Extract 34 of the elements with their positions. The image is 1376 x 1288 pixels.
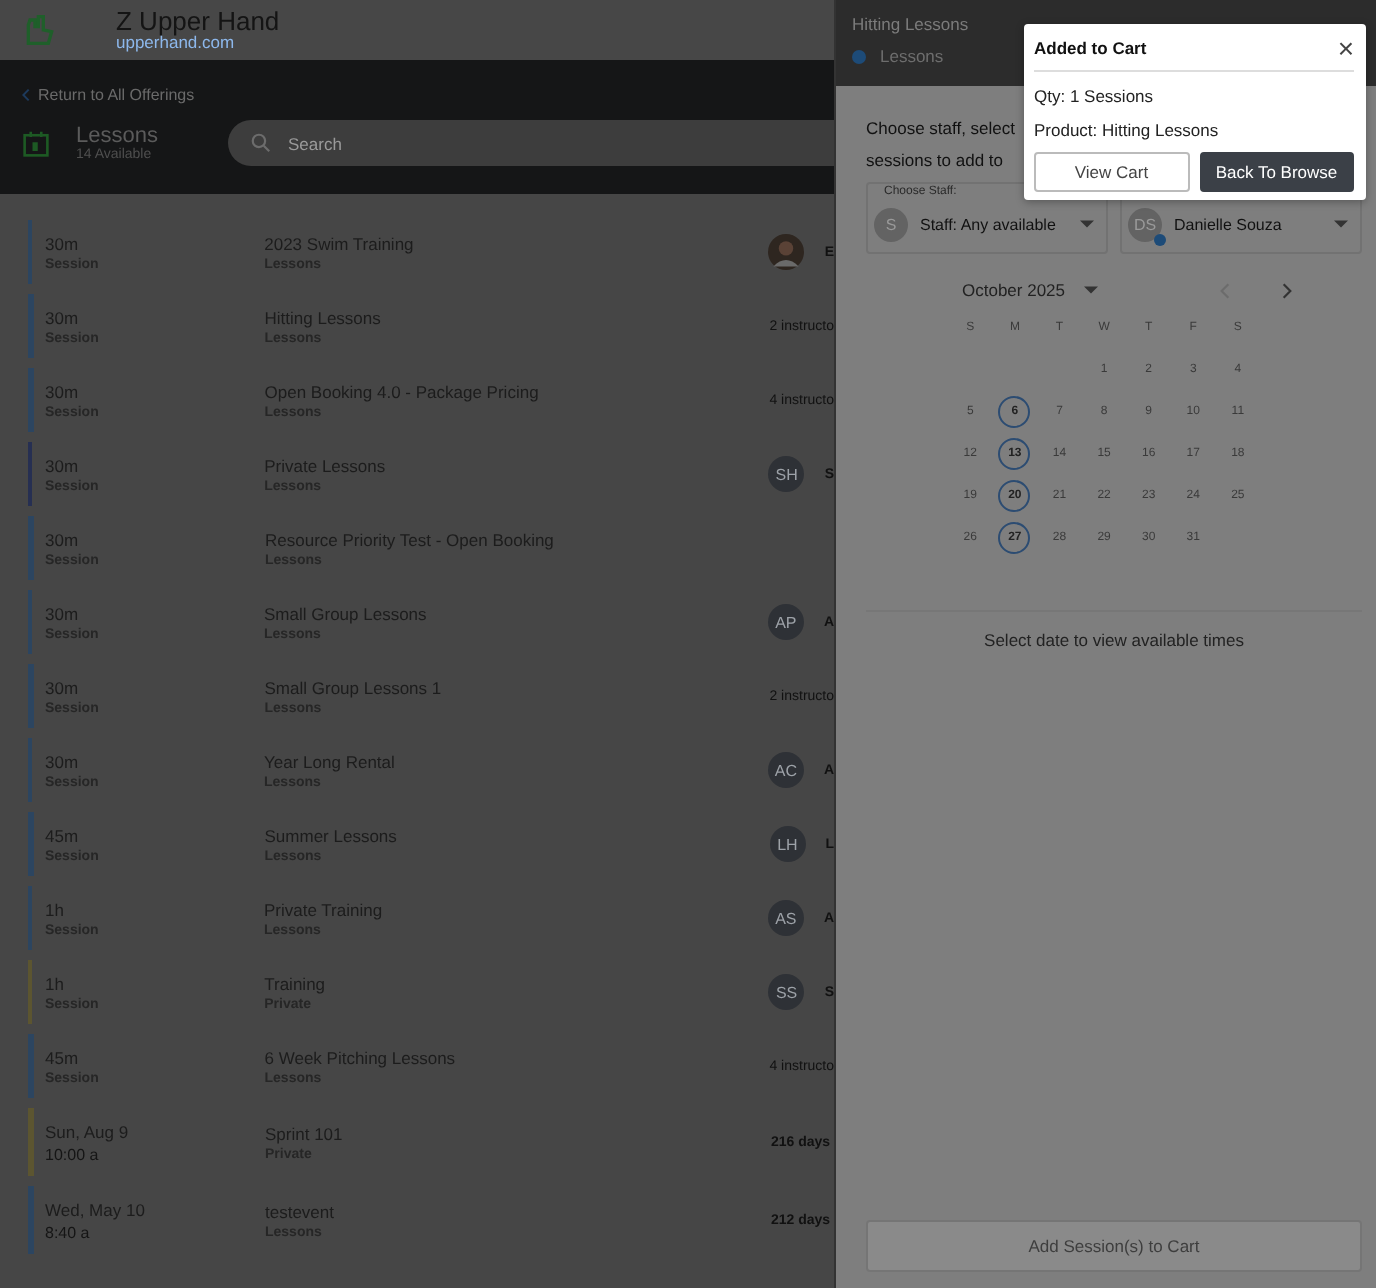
dialog-text: Product: Hitting Lessons — [1034, 120, 1221, 140]
staff-value: Danielle Souza — [1174, 215, 1284, 233]
view-cart-button[interactable]: View Cart — [1034, 152, 1189, 192]
close-button[interactable]: × — [1337, 33, 1354, 61]
caret-icon — [1080, 220, 1094, 228]
avatar-initials: AP — [767, 604, 804, 640]
back-link[interactable]: Return to All Offerings — [38, 86, 195, 104]
intro-text: Choose staff, select — [866, 118, 1015, 138]
dialog-text: Qty: 1 Sessions — [1034, 86, 1156, 106]
avatar-initials: AC — [767, 752, 804, 788]
section-title: Lessons — [76, 124, 160, 148]
caret-icon — [1334, 220, 1348, 228]
calendar-icon — [22, 129, 50, 157]
hint-text: Select date to view available times — [866, 610, 1362, 650]
month-label[interactable]: October 2025 — [962, 280, 1066, 300]
avatar-initials: AS — [767, 900, 804, 936]
avatar-initials: SS — [768, 974, 805, 1010]
drawer-category: Lessons — [880, 46, 944, 66]
avatar-initials: LH — [769, 826, 806, 862]
status-dot-icon — [1154, 233, 1166, 245]
search-field[interactable]: Search — [228, 120, 834, 166]
avatar-initials: SH — [768, 456, 805, 492]
caret-icon[interactable] — [1083, 286, 1098, 294]
search-icon — [250, 132, 272, 154]
back-to-browse-button[interactable]: Back To Browse — [1199, 152, 1354, 192]
brand-link[interactable]: upperhand.com — [116, 34, 280, 52]
intro-text: sessions to add to — [866, 150, 1004, 170]
avatar-person-icon — [768, 234, 805, 270]
dialog-title: Added to Cart — [1034, 37, 1147, 57]
drawer-title: Hitting Lessons — [852, 14, 971, 34]
next-month-icon[interactable] — [1281, 281, 1292, 299]
back-chevron-icon — [22, 88, 30, 102]
staff-value: Staff: Any available — [920, 215, 1058, 233]
category-dot-icon — [852, 49, 866, 63]
